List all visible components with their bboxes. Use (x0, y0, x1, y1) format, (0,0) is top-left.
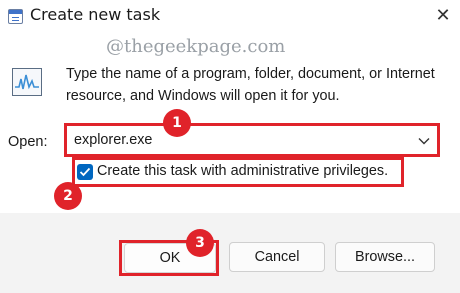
browse-button[interactable]: Browse... (335, 242, 435, 272)
step-badge-2: 2 (54, 182, 82, 210)
watermark: @thegeekpage.com (106, 36, 286, 57)
close-button[interactable]: ✕ (428, 2, 458, 28)
highlight-open-field (64, 123, 440, 157)
program-icon (12, 68, 42, 96)
run-icon (8, 9, 23, 24)
open-label: Open: (8, 134, 48, 150)
close-icon: ✕ (435, 4, 451, 26)
window-title: Create new task (30, 5, 161, 24)
step-badge-1: 1 (163, 109, 191, 137)
dialog-description: Type the name of a program, folder, docu… (66, 66, 435, 104)
cancel-button[interactable]: Cancel (229, 242, 325, 272)
step-badge-3: 3 (186, 229, 214, 257)
highlight-admin-checkbox (72, 157, 404, 187)
